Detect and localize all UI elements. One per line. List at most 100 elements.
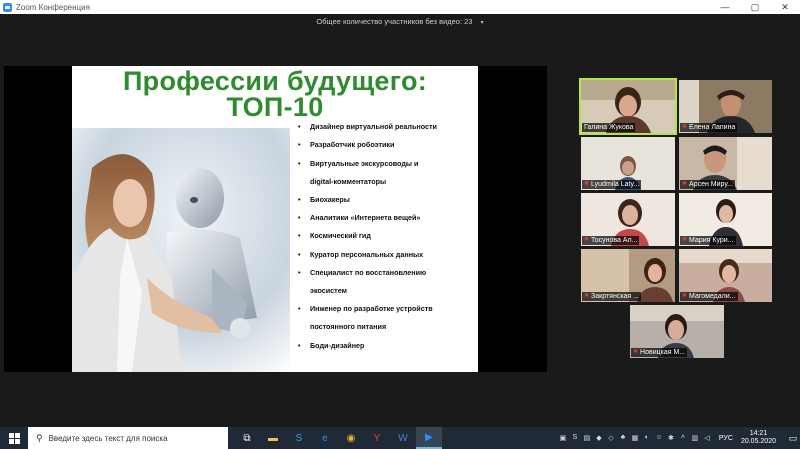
participant-name-tag: ✖ Елена Лапина — [680, 123, 738, 132]
show-hidden-icons-icon[interactable]: ˄ — [677, 434, 689, 442]
bullet: • — [298, 158, 301, 168]
window-controls: — ▢ ✕ — [710, 0, 800, 14]
app-tray-icon[interactable]: ◆ — [593, 434, 605, 442]
participants-without-video-count[interactable]: Общее количество участников без видео: 2… — [316, 14, 472, 30]
zoom-logo-icon — [3, 2, 12, 12]
minimize-button[interactable]: — — [710, 0, 740, 14]
skype-icon[interactable]: S — [286, 427, 312, 449]
participant-name-tag: ✖ Lyudmila Laty... — [582, 180, 642, 189]
skype-tray-icon[interactable]: S — [569, 434, 581, 442]
notifications-icon[interactable]: ▭ — [786, 433, 800, 444]
participant-name-tag: Галина Жукова — [582, 123, 636, 132]
mic-muted-icon: ✖ — [682, 237, 688, 243]
participant-name: Тосунова Ал... — [591, 237, 638, 244]
participant-name-tag: ✖ Тосунова Ал... — [582, 236, 640, 245]
list-item-text: Инженер по разработке устройств — [310, 304, 433, 314]
list-item-text: Дизайнер виртуальной реальности — [310, 122, 437, 131]
taskbar-clock[interactable]: 14:21 20.05.2020 — [741, 430, 776, 446]
taskbar-search[interactable]: ⚲ Введите здесь текст для поиска — [28, 427, 228, 449]
list-item-text: Разработчик робоэтики — [310, 140, 395, 150]
professions-list: • Дизайнер виртуальной реальности • Разраб… — [298, 122, 476, 359]
zoom-icon[interactable]: ▶ — [416, 427, 442, 449]
app-tray-icon[interactable]: ▦ — [629, 434, 641, 442]
mic-muted-icon: ✖ — [584, 181, 590, 187]
file-explorer-icon[interactable]: ▬ — [260, 427, 286, 449]
list-item: • Специалист по восстановлению экосистем — [298, 268, 476, 295]
windows-taskbar: ⚲ Введите здесь текст для поиска ⧉ ▬ S e… — [0, 427, 800, 449]
edge-icon[interactable]: e — [312, 427, 338, 449]
mic-muted-icon: ✖ — [682, 181, 688, 187]
network-icon[interactable]: ▥ — [689, 434, 701, 442]
woman-and-robot-image — [72, 128, 290, 372]
participant-name: Мария Кури... — [689, 237, 734, 244]
participant-tile[interactable]: ✖ Магомедали... — [679, 249, 772, 302]
app-tray-icon[interactable]: ✱ — [665, 434, 677, 442]
bullet: • — [298, 213, 301, 223]
close-button[interactable]: ✕ — [770, 0, 800, 14]
app-tray-icon[interactable]: ▤ — [581, 434, 593, 442]
participant-tile[interactable]: ✖ Арсен Миру... — [679, 137, 772, 190]
participant-name-tag: ✖ Новицкая М... — [631, 348, 688, 357]
participant-tile[interactable]: ✖ Мария Кури... — [679, 193, 772, 246]
list-item-text: Биохакеры — [310, 194, 350, 204]
participant-tile[interactable]: ✖ Елена Лапина — [679, 80, 772, 133]
participant-tile[interactable]: ✖ Lyudmila Laty... — [581, 137, 675, 190]
clock-date: 20.05.2020 — [740, 438, 776, 445]
app-tray-icon[interactable]: ♣ — [617, 434, 629, 442]
zoom-tray-icon[interactable]: ▣ — [557, 434, 569, 442]
list-item: • Дизайнер виртуальной реальности — [298, 122, 476, 131]
clock-time: 14:21 — [749, 430, 768, 437]
list-item: • Боди-дизайнер — [298, 341, 476, 350]
list-item-text: Куратор персональных данных — [310, 249, 424, 259]
participant-name: Магомедали... — [689, 293, 736, 300]
participant-name: Елена Лапина — [689, 124, 736, 131]
yandex-browser-icon[interactable]: Y — [364, 427, 390, 449]
participant-tile[interactable]: ✖ Новицкая М... — [630, 305, 724, 358]
bullet: • — [298, 194, 301, 204]
list-item: • Космический гид — [298, 231, 476, 240]
app-tray-icon[interactable]: ☺ — [653, 434, 665, 442]
search-placeholder: Введите здесь текст для поиска — [48, 433, 168, 443]
participant-name-tag: ✖ Мария Кури... — [680, 236, 736, 245]
app-tray-icon[interactable]: ◇ — [605, 434, 617, 442]
tray-icons: ▣ S ▤ ◆ ◇ ♣ ▦ ◐ ☺ ✱ ˄ ▥ ◁ — [557, 434, 713, 442]
volume-icon[interactable]: ◁ — [701, 434, 713, 442]
bullet: • — [298, 122, 301, 131]
bullet: • — [298, 249, 301, 259]
slide-title-line-2: ТОП-10 — [226, 92, 324, 122]
list-item: • Биохакеры — [298, 195, 476, 204]
participant-tile[interactable]: ✖ Тосунова Ал... — [581, 193, 675, 246]
participant-name: Арсен Миру... — [689, 181, 733, 188]
task-view-icon[interactable]: ⧉ — [234, 427, 260, 449]
input-language[interactable]: РУС — [719, 435, 733, 442]
participant-name: Новицкая М... — [640, 349, 686, 356]
app-tray-icon[interactable]: ◐ — [641, 434, 653, 442]
start-button[interactable] — [0, 427, 28, 449]
participant-name-tag: ✖ Закртянская ... — [582, 292, 641, 301]
bullet: • — [298, 304, 301, 314]
slide-title: Профессии будущего: ТОП-10 — [72, 68, 478, 122]
system-tray: ▣ S ▤ ◆ ◇ ♣ ▦ ◐ ☺ ✱ ˄ ▥ ◁ РУС 14:21 20.0… — [557, 427, 800, 449]
maximize-button[interactable]: ▢ — [740, 0, 770, 14]
list-item: • Виртуальные экскурсоводы и digital-комме… — [298, 159, 476, 186]
bullet: • — [298, 340, 301, 350]
list-item-text: Космический гид — [310, 231, 371, 241]
bullet: • — [298, 231, 301, 241]
list-item-text: Виртуальные экскурсоводы и — [310, 158, 419, 168]
mic-muted-icon: ✖ — [682, 293, 688, 299]
list-item: • Аналитики «Интернета вещей» — [298, 213, 476, 222]
list-item-text-cont: постоянного питания — [310, 322, 387, 332]
search-icon: ⚲ — [36, 432, 43, 443]
windows-logo-icon — [8, 432, 20, 444]
participant-tile[interactable]: ✖ Закртянская ... — [581, 249, 675, 302]
taskbar-apps: ⧉ ▬ S e ◉ Y W ▶ — [234, 427, 442, 449]
mic-muted-icon: ✖ — [682, 124, 688, 130]
window-title: Zoom Конференция — [16, 2, 90, 12]
chrome-icon[interactable]: ◉ — [338, 427, 364, 449]
word-icon[interactable]: W — [390, 427, 416, 449]
list-item-text: Аналитики «Интернета вещей» — [310, 213, 421, 223]
participant-name: Закртянская ... — [591, 293, 639, 300]
participant-tile[interactable]: Галина Жукова — [579, 78, 677, 135]
participant-name-tag: ✖ Магомедали... — [680, 292, 738, 301]
chevron-down-icon[interactable]: ▾ — [481, 19, 484, 26]
